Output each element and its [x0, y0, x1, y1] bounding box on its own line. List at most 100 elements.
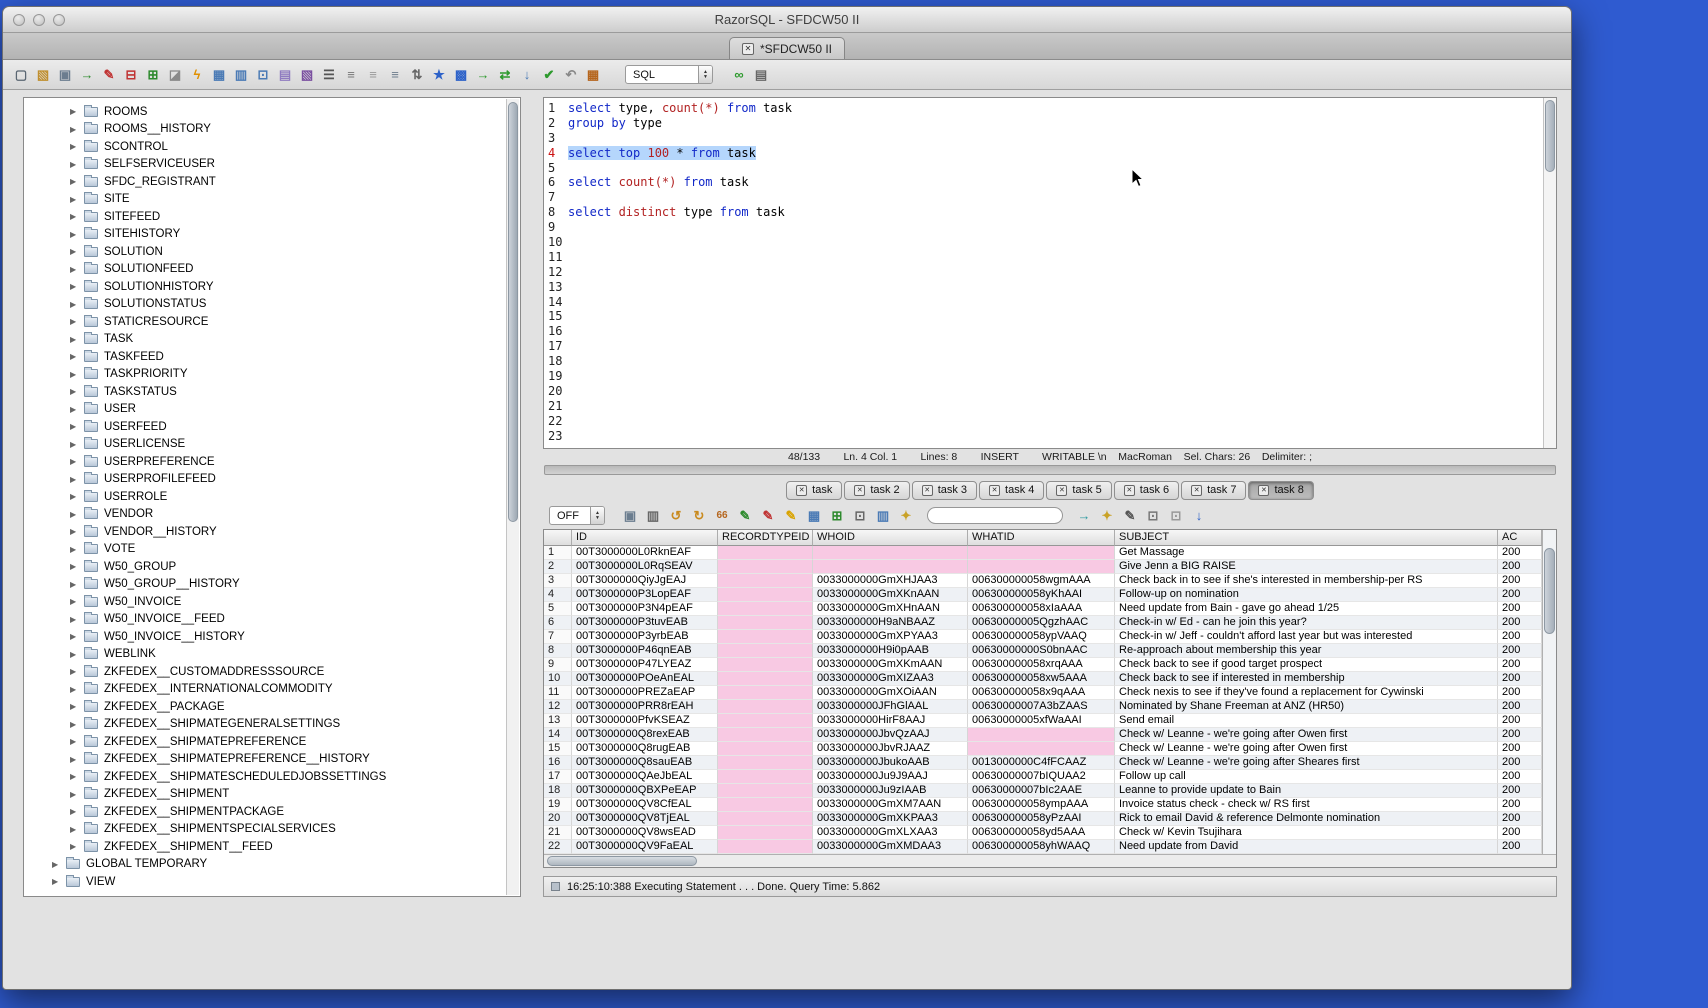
disclosure-triangle-icon[interactable]: ▶	[70, 212, 81, 221]
grid-cell-whoid[interactable]: 0033000000GmXHJAA3	[813, 574, 968, 588]
grid-row[interactable]: 1100T3000000PREZaEAP0033000000GmXOiAAN00…	[544, 686, 1542, 700]
grid-row[interactable]: 1800T3000000QBXPeEAP0033000000Ju9zIAAB00…	[544, 784, 1542, 798]
grid-row[interactable]: 2200T3000000QV9FaEAL0033000000GmXMDAA300…	[544, 840, 1542, 854]
grid-cell-whoid[interactable]: 0033000000GmXKmAAN	[813, 658, 968, 672]
align-right-icon[interactable]: ≡	[363, 65, 383, 85]
sql-editor[interactable]: 1234567891011121314151617181920212223 se…	[543, 97, 1557, 449]
grid-cell-recordtypeid[interactable]	[718, 602, 813, 616]
grid-cell-whatid[interactable]: 00630000005QgzhAAC	[968, 616, 1115, 630]
grid-row[interactable]: 900T3000000P47LYEAZ0033000000GmXKmAAN006…	[544, 658, 1542, 672]
grid-cell-id[interactable]: 00T3000000Q8rugEAB	[572, 742, 718, 756]
disclosure-triangle-icon[interactable]: ▶	[70, 475, 81, 484]
download-icon[interactable]: ↓	[1189, 506, 1209, 526]
grid-cell-whatid[interactable]	[968, 728, 1115, 742]
grid-cell-id[interactable]: 00T3000000QV8wsEAD	[572, 826, 718, 840]
table-add-icon[interactable]: ⊞	[827, 506, 847, 526]
remove-icon[interactable]: ⊟	[121, 65, 141, 85]
disclosure-triangle-icon[interactable]: ▶	[70, 510, 81, 519]
grid-cell-whoid[interactable]	[813, 546, 968, 560]
grid-cell-whatid[interactable]: 006300000058yPzAAI	[968, 812, 1115, 826]
table-copy-icon[interactable]: ⊡	[253, 65, 273, 85]
grid-cell-whoid[interactable]: 0033000000H9i0pAAB	[813, 644, 968, 658]
grid-cell-subject[interactable]: Check-in w/ Ed - can he join this year?	[1115, 616, 1498, 630]
editor-line[interactable]	[568, 339, 1543, 354]
editor-line[interactable]	[568, 235, 1543, 250]
disclosure-triangle-icon[interactable]: ▶	[70, 247, 81, 256]
grid-cell-ac[interactable]: 200	[1498, 714, 1542, 728]
grid-row[interactable]: 100T3000000L0RknEAFGet Massage200	[544, 546, 1542, 560]
editor-line[interactable]	[568, 414, 1543, 429]
grid-cell-ac[interactable]: 200	[1498, 560, 1542, 574]
list-icon[interactable]: ☰	[319, 65, 339, 85]
grid-cell-subject[interactable]: Follow up call	[1115, 770, 1498, 784]
disclosure-triangle-icon[interactable]: ▶	[70, 317, 81, 326]
key-lookup-icon[interactable]: ✦	[1097, 506, 1117, 526]
result-tab-task[interactable]: ✕task	[786, 481, 842, 500]
grid-cell-subject[interactable]: Check back in to see if she's interested…	[1115, 574, 1498, 588]
tree-item-w50-group-history[interactable]: ▶W50_GROUP__HISTORY	[24, 576, 520, 594]
grid-cell-id[interactable]: 00T3000000PREZaEAP	[572, 686, 718, 700]
tree-item-solutionfeed[interactable]: ▶SOLUTIONFEED	[24, 261, 520, 279]
tree-item-userrole[interactable]: ▶USERROLE	[24, 488, 520, 506]
close-tab-icon[interactable]: ✕	[1056, 485, 1067, 496]
close-window-button[interactable]	[13, 14, 25, 26]
column-header-ac[interactable]: AC	[1498, 530, 1542, 546]
book-icon[interactable]: ▧	[297, 65, 317, 85]
grid-cell-whoid[interactable]: 0033000000GmXM7AAN	[813, 798, 968, 812]
grid-cell-subject[interactable]: Follow-up on nomination	[1115, 588, 1498, 602]
grid-vscrollbar-thumb[interactable]	[1544, 548, 1555, 634]
disclosure-triangle-icon[interactable]: ▶	[70, 422, 81, 431]
grid-cell-recordtypeid[interactable]	[718, 644, 813, 658]
disclosure-triangle-icon[interactable]: ▶	[52, 877, 63, 886]
grid-row[interactable]: 1500T3000000Q8rugEAB0033000000JbvRJAAZCh…	[544, 742, 1542, 756]
editor-text-area[interactable]: select type, count(*) from taskgroup by …	[566, 98, 1543, 448]
grid-cell-whatid[interactable]: 00630000005xfWaAAI	[968, 714, 1115, 728]
log-icon[interactable]: ▤	[751, 65, 771, 85]
tree-item-scontrol[interactable]: ▶SCONTROL	[24, 138, 520, 156]
disclosure-triangle-icon[interactable]: ▶	[70, 492, 81, 501]
disclosure-triangle-icon[interactable]: ▶	[70, 825, 81, 834]
column-header-subject[interactable]: SUBJECT	[1115, 530, 1498, 546]
results-search-input[interactable]	[927, 507, 1063, 524]
save-icon[interactable]: ▣	[55, 65, 75, 85]
close-document-icon[interactable]: ✕	[742, 43, 754, 55]
tree-item-zkfedex-shipmentspecialservices[interactable]: ▶ZKFEDEX__SHIPMENTSPECIALSERVICES	[24, 821, 520, 839]
close-tab-icon[interactable]: ✕	[796, 485, 807, 496]
copy-page-icon[interactable]: ⊡	[1143, 506, 1163, 526]
tree-item-vendor-history[interactable]: ▶VENDOR__HISTORY	[24, 523, 520, 541]
grid-cell-ac[interactable]: 200	[1498, 826, 1542, 840]
disclosure-triangle-icon[interactable]: ▶	[70, 527, 81, 536]
result-tab-task-5[interactable]: ✕task 5	[1046, 481, 1111, 500]
grid-cell-ac[interactable]: 200	[1498, 588, 1542, 602]
grid-cell-ac[interactable]: 200	[1498, 658, 1542, 672]
grid-cell-id[interactable]: 00T3000000QV8TjEAL	[572, 812, 718, 826]
grid-cell-subject[interactable]: Check w/ Leanne - we're going after Owen…	[1115, 742, 1498, 756]
grid-cell-whatid[interactable]	[968, 742, 1115, 756]
connections-icon[interactable]: ∞	[729, 65, 749, 85]
grid-cell-subject[interactable]: Invoice status check - check w/ RS first	[1115, 798, 1498, 812]
table-icon[interactable]: ▦	[209, 65, 229, 85]
tree-item-zkfedex-customaddresssource[interactable]: ▶ZKFEDEX__CUSTOMADDRESSSOURCE	[24, 663, 520, 681]
grid-cell-id[interactable]: 00T3000000QV9FaEAL	[572, 840, 718, 854]
edit-cell-icon[interactable]: ✎	[781, 506, 801, 526]
delete-row-icon[interactable]: ✎	[758, 506, 778, 526]
editor-line[interactable]	[568, 161, 1543, 176]
grid-row[interactable]: 1900T3000000QV8CfEAL0033000000GmXM7AAN00…	[544, 798, 1542, 812]
grid-cell-recordtypeid[interactable]	[718, 840, 813, 854]
editor-line[interactable]	[568, 190, 1543, 205]
grid-cell-recordtypeid[interactable]	[718, 560, 813, 574]
editor-line[interactable]	[568, 295, 1543, 310]
editor-vertical-scrollbar[interactable]	[1543, 98, 1556, 448]
column-header-recordtypeid[interactable]: RECORDTYPEID	[718, 530, 813, 546]
grid-row[interactable]: 2100T3000000QV8wsEAD0033000000GmXLXAA300…	[544, 826, 1542, 840]
disclosure-triangle-icon[interactable]: ▶	[70, 107, 81, 116]
grid-cell-subject[interactable]: Check nexis to see if they've found a re…	[1115, 686, 1498, 700]
grid-cell-recordtypeid[interactable]	[718, 756, 813, 770]
editor-line[interactable]: select top 100 * from task	[568, 146, 1543, 161]
close-tab-icon[interactable]: ✕	[922, 485, 933, 496]
disclosure-triangle-icon[interactable]: ▶	[70, 632, 81, 641]
grid-row[interactable]: 800T3000000P46qnEAB0033000000H9i0pAAB006…	[544, 644, 1542, 658]
tree-item-w50-invoice[interactable]: ▶W50_INVOICE	[24, 593, 520, 611]
grid-cell-id[interactable]: 00T3000000POeAnEAL	[572, 672, 718, 686]
grid-cell-subject[interactable]: Leanne to provide update to Bain	[1115, 784, 1498, 798]
